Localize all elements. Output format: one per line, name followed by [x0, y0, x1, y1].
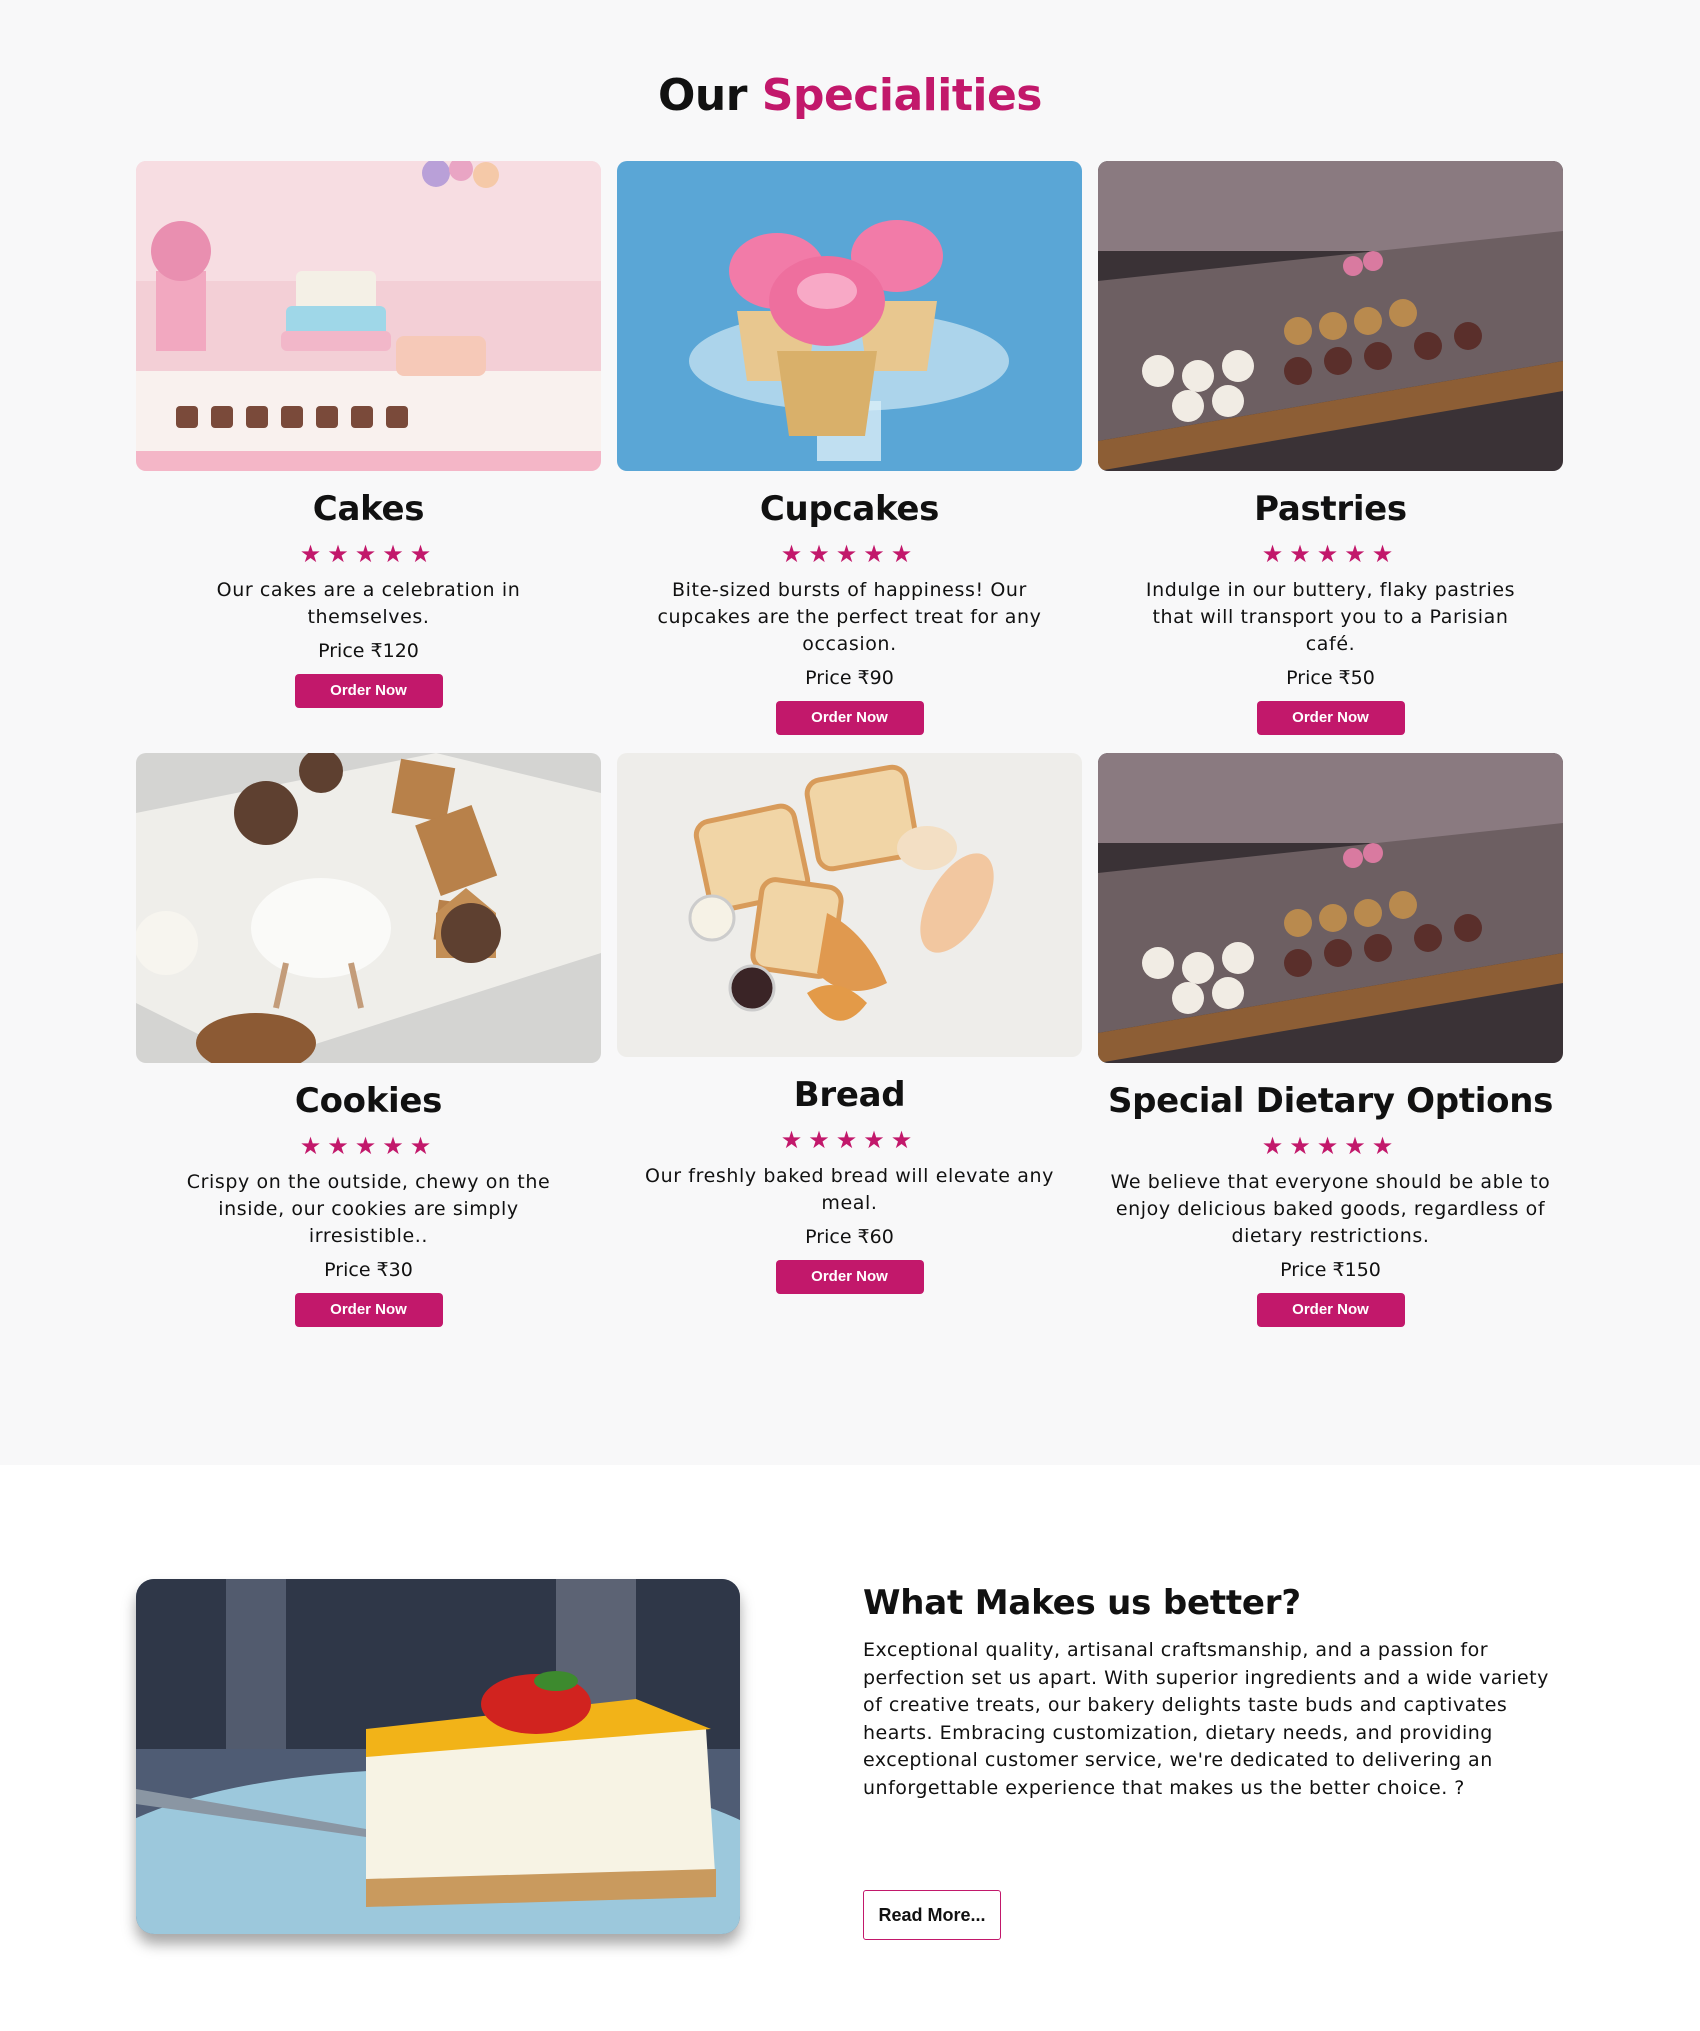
product-description: We believe that everyone should be able … [1110, 1171, 1551, 1247]
rating-stars-icon: ★★★★★ [299, 1132, 438, 1160]
product-title: Cakes [312, 489, 425, 529]
better-description: Exceptional quality, artisanal craftsman… [863, 1639, 1549, 1799]
product-price: Price ₹90 [805, 667, 894, 689]
pastry-display-image [1098, 753, 1563, 1063]
rating-stars-icon: ★★★★★ [780, 1126, 919, 1154]
order-now-button[interactable]: Order Now [775, 1260, 924, 1294]
product-card-special-dietary: Special Dietary Options ★★★★★ We believe… [1098, 753, 1563, 1327]
product-card-cakes: Cakes ★★★★★ Our cakes are a celebration … [136, 161, 601, 735]
product-description: Bite-sized bursts of happiness! Our cupc… [657, 579, 1042, 655]
product-price: Price ₹150 [1280, 1259, 1381, 1281]
what-makes-us-better-section: What Makes us better? Exceptional qualit… [0, 1465, 1700, 2031]
product-card-pastries: Pastries ★★★★★ Indulge in our buttery, f… [1098, 161, 1563, 735]
cupcakes-image [617, 161, 1082, 471]
section-title: Our Specialities [0, 0, 1700, 121]
cheesecake-image [136, 1579, 740, 1934]
title-accent: Specialities [761, 70, 1043, 121]
pastry-display-image [1098, 161, 1563, 471]
product-description: Indulge in our buttery, flaky pastries t… [1145, 579, 1516, 655]
product-title: Cupcakes [759, 489, 940, 529]
product-title: Pastries [1254, 489, 1407, 529]
order-now-button[interactable]: Order Now [294, 1293, 443, 1327]
order-now-button[interactable]: Order Now [775, 701, 924, 735]
order-now-button[interactable]: Order Now [1256, 1293, 1405, 1327]
title-prefix: Our [658, 70, 747, 121]
product-title: Special Dietary Options [1107, 1081, 1554, 1121]
rating-stars-icon: ★★★★★ [780, 540, 919, 568]
read-more-button[interactable]: Read More... [863, 1890, 1001, 1940]
order-now-button[interactable]: Order Now [294, 674, 443, 708]
product-title: Cookies [294, 1081, 443, 1121]
product-card-bread: Bread ★★★★★ Our freshly baked bread will… [617, 753, 1082, 1327]
product-price: Price ₹120 [318, 640, 419, 662]
product-description: Our cakes are a celebration in themselve… [216, 579, 521, 628]
product-price: Price ₹60 [805, 1226, 894, 1248]
better-title: What Makes us better? [863, 1583, 1301, 1623]
rating-stars-icon: ★★★★★ [299, 540, 438, 568]
specialities-section: Our Specialities Cakes ★★★★★ Our cakes a… [0, 0, 1700, 1465]
product-description: Crispy on the outside, chewy on the insi… [186, 1171, 551, 1247]
cookies-image [136, 753, 601, 1063]
product-card-cupcakes: Cupcakes ★★★★★ Bite-sized bursts of happ… [617, 161, 1082, 735]
rating-stars-icon: ★★★★★ [1261, 1132, 1400, 1160]
product-description: Our freshly baked bread will elevate any… [645, 1165, 1054, 1214]
product-grid: Cakes ★★★★★ Our cakes are a celebration … [136, 161, 1564, 1327]
product-title: Bread [793, 1075, 906, 1115]
product-price: Price ₹50 [1286, 667, 1375, 689]
order-now-button[interactable]: Order Now [1256, 701, 1405, 735]
product-price: Price ₹30 [324, 1259, 413, 1281]
bread-image [617, 753, 1082, 1057]
product-card-cookies: Cookies ★★★★★ Crispy on the outside, che… [136, 753, 601, 1327]
rating-stars-icon: ★★★★★ [1261, 540, 1400, 568]
cakes-table-image [136, 161, 601, 471]
better-text-block: What Makes us better? Exceptional qualit… [863, 1583, 1553, 1940]
